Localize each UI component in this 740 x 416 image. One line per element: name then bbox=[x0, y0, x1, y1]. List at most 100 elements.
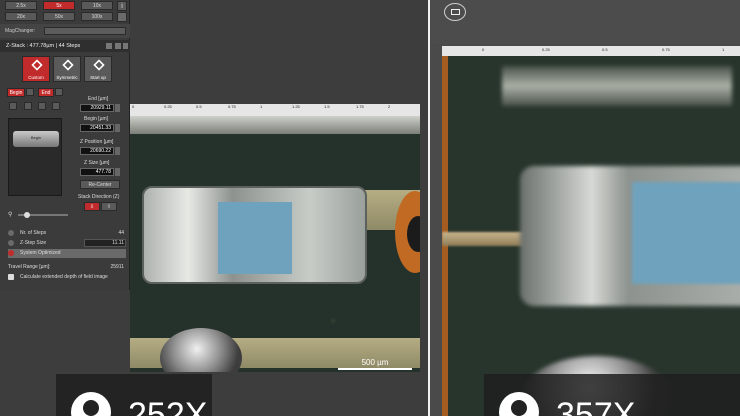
nr-of-steps-label: Nr. of Steps bbox=[20, 230, 47, 236]
info-icon[interactable]: i bbox=[117, 1, 127, 11]
symmetric-icon bbox=[62, 59, 74, 71]
zoom-10x-button[interactable]: 10x bbox=[81, 1, 113, 10]
magchanger-label: MagChanger: bbox=[5, 28, 36, 34]
mode-symmetric-button[interactable]: Symmetric bbox=[53, 56, 81, 82]
slider-handle[interactable] bbox=[24, 212, 30, 218]
solder-pad bbox=[130, 116, 420, 134]
zstack-control-panel: 2.5x 5x 10x 20x 50x 100x i MagChanger: Z… bbox=[0, 0, 130, 290]
objective-icon bbox=[71, 392, 111, 416]
fine-up-icon[interactable] bbox=[24, 102, 32, 110]
mode-startup-button[interactable]: Start up bbox=[84, 56, 112, 82]
stack-direction-label: Stack Direction (Z) bbox=[78, 194, 120, 200]
z-size-label: Z Size [µm] bbox=[84, 160, 110, 166]
begin-field[interactable]: 20451.33 bbox=[80, 124, 114, 132]
begin-set-icon[interactable] bbox=[26, 88, 34, 96]
z-size-spinner[interactable] bbox=[115, 168, 120, 176]
mode-custom-button[interactable]: Custom bbox=[22, 56, 50, 82]
screen-icon[interactable] bbox=[444, 3, 466, 21]
zoom-buttons-row: 2.5x 5x 10x bbox=[5, 1, 113, 11]
zoom-slider[interactable]: ⚲ bbox=[8, 212, 70, 218]
zoom-50x-button[interactable]: 50x bbox=[43, 12, 75, 21]
mode-label: Symmetric bbox=[56, 75, 78, 80]
microscope-image[interactable] bbox=[130, 116, 420, 372]
lock-icon[interactable] bbox=[117, 12, 127, 22]
begin-spinner[interactable] bbox=[115, 124, 120, 132]
zoom-2-5x-button[interactable]: 2.5x bbox=[5, 1, 37, 10]
ruler-tick: 2 bbox=[388, 104, 391, 109]
zstack-title: Z-Stack : 477.78µm | 44 Steps bbox=[6, 43, 81, 49]
solder-pad bbox=[502, 66, 732, 106]
stack-graphic-label: Begin bbox=[30, 135, 42, 140]
magchanger-row: MagChanger: bbox=[0, 24, 130, 38]
ruler-tick: 0.25 bbox=[542, 47, 550, 52]
left-viewer: 0 0.25 0.5 0.75 1 1.25 1.5 1.75 2 500 µm… bbox=[0, 0, 428, 416]
ruler-tick: 1.5 bbox=[324, 104, 330, 109]
zoom-20x-button[interactable]: 20x bbox=[5, 12, 37, 21]
pin-icon[interactable] bbox=[115, 43, 121, 49]
stack-icon bbox=[31, 59, 43, 71]
radio-selected-icon[interactable] bbox=[8, 250, 14, 256]
nr-of-steps-row[interactable]: Nr. of Steps 44 bbox=[8, 229, 126, 238]
component-ceramic bbox=[632, 182, 740, 284]
right-viewer: 0 0.25 0.5 0.75 1 357X bbox=[430, 0, 740, 416]
mode-label: Custom bbox=[28, 75, 44, 80]
ruler-tick: 1 bbox=[722, 47, 725, 52]
end-label: End [µm] bbox=[88, 96, 109, 102]
startup-icon bbox=[93, 59, 105, 71]
z-position-spinner[interactable] bbox=[115, 147, 120, 155]
right-toolbar bbox=[430, 0, 740, 44]
radio-icon[interactable] bbox=[8, 240, 14, 246]
checkbox-icon[interactable] bbox=[8, 274, 14, 280]
objective-icon bbox=[499, 392, 539, 416]
calc-edof-row[interactable]: Calculate extended depth of field image bbox=[8, 273, 126, 282]
scale-bar-label: 500 µm bbox=[361, 358, 389, 367]
magnification-label: 357X bbox=[556, 396, 636, 416]
system-optimized-label: System Optimized bbox=[20, 250, 61, 256]
scale-bar: 500 µm bbox=[338, 358, 412, 372]
help-icon[interactable] bbox=[106, 43, 112, 49]
recenter-button[interactable]: Re-Center bbox=[80, 180, 120, 189]
magnification-label: 252X bbox=[128, 396, 208, 416]
ruler-tick: 0.5 bbox=[602, 47, 608, 52]
begin-button[interactable]: Begin bbox=[7, 88, 25, 97]
zoom-buttons-row: 20x 50x 100x bbox=[5, 12, 113, 22]
z-position-field[interactable]: 20690.22 bbox=[80, 147, 114, 155]
zoom-5x-button[interactable]: 5x bbox=[43, 1, 75, 10]
end-button[interactable]: End bbox=[38, 88, 54, 97]
ruler-tick: 0.75 bbox=[228, 104, 236, 109]
magnification-overlay: 357X bbox=[484, 374, 740, 416]
travel-range-value: 25911 bbox=[110, 264, 124, 270]
z-position-label: Z Position [µm] bbox=[80, 139, 114, 145]
z-step-size-row[interactable]: Z-Step Size 11.11 bbox=[8, 239, 126, 248]
close-icon[interactable] bbox=[123, 43, 128, 49]
ruler-tick: 1 bbox=[260, 104, 263, 109]
radio-icon[interactable] bbox=[8, 230, 14, 236]
end-field[interactable]: 20929.11 bbox=[80, 104, 114, 112]
begin-label: Begin [µm] bbox=[84, 116, 109, 122]
ruler-tick: 0 bbox=[482, 47, 485, 52]
ruler-tick: 0.5 bbox=[196, 104, 202, 109]
direction-up-button[interactable]: ⇧ bbox=[101, 202, 117, 211]
nr-of-steps-value: 44 bbox=[118, 230, 124, 236]
stack-graphic: Begin bbox=[8, 118, 62, 196]
z-size-field[interactable]: 477.78 bbox=[80, 168, 114, 176]
end-spinner[interactable] bbox=[115, 104, 120, 112]
travel-range-label: Travel Range [µm]: bbox=[8, 264, 51, 270]
microscope-image[interactable] bbox=[442, 56, 740, 416]
ruler-tick: 0.75 bbox=[662, 47, 670, 52]
arrow-down-icon[interactable] bbox=[52, 102, 60, 110]
pcb-trace bbox=[442, 232, 532, 246]
direction-down-button[interactable]: ⇩ bbox=[84, 202, 100, 211]
horizontal-ruler: 0 0.25 0.5 0.75 1 bbox=[442, 46, 740, 56]
component-ceramic bbox=[218, 202, 292, 274]
system-optimized-row[interactable]: System Optimized bbox=[8, 249, 126, 258]
arrow-up-icon[interactable] bbox=[9, 102, 17, 110]
fine-down-icon[interactable] bbox=[38, 102, 46, 110]
travel-range-row: Travel Range [µm]: 25911 bbox=[8, 263, 126, 272]
end-set-icon[interactable] bbox=[55, 88, 63, 96]
ruler-tick: 0.25 bbox=[164, 104, 172, 109]
ruler-tick: 1.25 bbox=[292, 104, 300, 109]
ruler-tick: 1.75 bbox=[356, 104, 364, 109]
magchanger-select[interactable] bbox=[44, 27, 126, 35]
zoom-100x-button[interactable]: 100x bbox=[81, 12, 113, 21]
